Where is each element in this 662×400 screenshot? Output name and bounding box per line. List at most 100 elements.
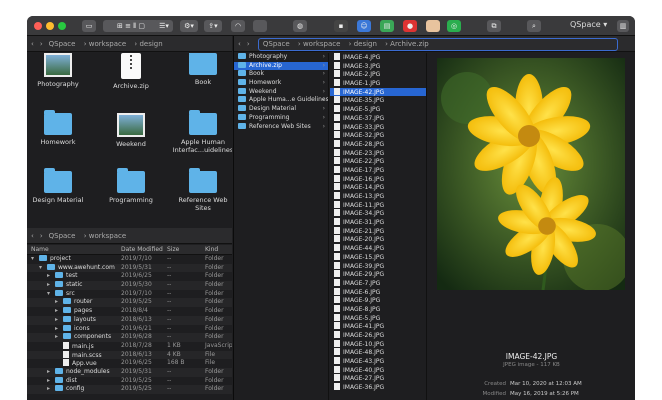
disclosure-triangle[interactable]: ▸ — [55, 298, 58, 307]
disclosure-triangle[interactable]: ▸ — [55, 333, 58, 342]
table-row[interactable]: ▾ project 2019/7/10 -- Folder — [27, 255, 232, 264]
table-row[interactable]: ▸ dist 2019/5/25 -- Folder — [27, 376, 232, 386]
column-2-item[interactable]: IMAGE-10.JPG — [330, 339, 426, 349]
tile-book[interactable]: Book — [172, 53, 232, 86]
breadcrumb[interactable]: QSpace › workspace › design › Archive.zi… — [257, 38, 618, 51]
breadcrumb-item[interactable]: QSpace — [49, 40, 76, 48]
table-row[interactable]: ▸ test 2019/6/25 -- Folder — [27, 272, 232, 281]
breadcrumb-item[interactable]: workspace — [89, 232, 126, 240]
column-2-item[interactable]: IMAGE-7.JPG — [330, 278, 426, 288]
column-2-item[interactable]: IMAGE-14.JPG — [330, 183, 426, 192]
column-2-item[interactable]: IMAGE-44.JPG — [330, 244, 426, 253]
column-1-item[interactable]: Apple Huma...e Guidelines › — [234, 96, 328, 105]
record-icon[interactable]: ● — [403, 20, 417, 32]
column-1-item[interactable]: Design Material › — [234, 105, 328, 114]
column-2-item[interactable]: IMAGE-9.JPG — [330, 296, 426, 305]
disclosure-triangle[interactable]: ▸ — [47, 385, 50, 394]
column-1-item[interactable]: Photography › — [234, 53, 328, 62]
table-row[interactable]: App.vue 2019/6/25 168 B File — [27, 359, 232, 368]
tile-design-material[interactable]: Design Material — [27, 168, 89, 204]
disclosure-triangle[interactable]: ▾ — [39, 264, 42, 273]
disclosure-triangle[interactable]: ▸ — [47, 281, 50, 290]
back-button[interactable]: ‹ — [238, 40, 241, 48]
minimize-button[interactable] — [46, 22, 54, 30]
column-2-item[interactable]: IMAGE-36.JPG — [330, 383, 426, 392]
column-2-item[interactable]: IMAGE-34.JPG — [330, 209, 426, 218]
column-2-item[interactable]: IMAGE-28.JPG — [330, 139, 426, 149]
tile-programming[interactable]: Programming — [100, 168, 162, 204]
column-2-item[interactable]: IMAGE-5.JPG — [330, 105, 426, 114]
search-icon[interactable]: ⌕ — [527, 20, 541, 32]
app-icon[interactable]: ▤ — [380, 20, 394, 32]
column-2-item[interactable]: IMAGE-13.JPG — [330, 192, 426, 201]
breadcrumb[interactable]: QSpace › workspace — [49, 232, 133, 240]
column-1-item[interactable]: Reference Web Sites › — [234, 122, 328, 132]
back-button[interactable]: ‹ — [31, 40, 34, 48]
close-button[interactable] — [34, 22, 42, 30]
forward-button[interactable]: › — [247, 40, 250, 48]
table-row[interactable]: ▸ layouts 2018/6/13 -- Folder — [27, 315, 232, 325]
breadcrumb-item[interactable]: design — [354, 40, 377, 48]
disclosure-triangle[interactable]: ▸ — [47, 368, 50, 377]
table-row[interactable]: ▸ pages 2018/8/4 -- Folder — [27, 307, 232, 316]
column-1-item[interactable]: Weekend › — [234, 87, 328, 97]
tag-icon[interactable]: ◠ — [231, 20, 245, 32]
column-2-item[interactable]: IMAGE-17.JPG — [330, 165, 426, 175]
column-2-item[interactable]: IMAGE-33.JPG — [330, 122, 426, 132]
header-kind[interactable]: Kind — [205, 245, 218, 255]
disclosure-triangle[interactable]: ▾ — [47, 290, 50, 299]
chat-icon[interactable]: ◎ — [447, 20, 461, 32]
table-row[interactable]: ▸ icons 2019/6/21 -- Folder — [27, 324, 232, 334]
layout-icon[interactable]: ▥ — [617, 20, 629, 32]
table-row[interactable]: ▾ www.awehunt.com 2019/5/31 -- Folder — [27, 263, 232, 273]
header-name[interactable]: Name — [31, 245, 49, 255]
disclosure-triangle[interactable]: ▸ — [55, 316, 58, 325]
window-icon[interactable]: ⧉ — [487, 20, 501, 32]
table-row[interactable]: ▸ node_modules 2019/5/31 -- Folder — [27, 367, 232, 377]
breadcrumb-item[interactable]: workspace — [303, 40, 340, 48]
sidebar-toggle-icon[interactable]: ▭ — [82, 20, 96, 32]
breadcrumb[interactable]: QSpace › workspace › design — [49, 40, 169, 48]
column-2-item[interactable]: IMAGE-37.JPG — [330, 113, 426, 123]
view-mode-segment[interactable]: ⊞ ≡ ⫴ ▢ — [103, 20, 159, 32]
column-2-item[interactable]: IMAGE-16.JPG — [330, 174, 426, 184]
column-2-item[interactable]: IMAGE-31.JPG — [330, 218, 426, 227]
column-2-item[interactable]: IMAGE-2.JPG — [330, 70, 426, 79]
column-1-item[interactable]: Homework › — [234, 79, 328, 88]
tile-reference-web-sites[interactable]: Reference Web Sites — [172, 168, 232, 212]
column-1-item[interactable]: Book › — [234, 70, 328, 79]
breadcrumb-item[interactable]: QSpace — [263, 40, 290, 48]
table-row[interactable]: ▸ router 2019/5/25 -- Folder — [27, 298, 232, 308]
column-2-item[interactable]: IMAGE-5.JPG — [330, 313, 426, 323]
column-2-item[interactable]: IMAGE-41.JPG — [330, 322, 426, 331]
share-icon[interactable]: ⇪▾ — [204, 20, 222, 32]
column-2-item[interactable]: IMAGE-40.JPG — [330, 365, 426, 375]
column-2-item[interactable]: IMAGE-15.JPG — [330, 252, 426, 262]
tile-homework[interactable]: Homework — [27, 110, 89, 146]
column-1-item[interactable]: Archive.zip › — [234, 61, 328, 71]
avatar[interactable] — [426, 20, 440, 32]
breadcrumb-item[interactable]: workspace — [89, 40, 126, 48]
finder-icon[interactable]: ☺ — [357, 20, 371, 32]
blank-button[interactable] — [253, 20, 267, 32]
table-row[interactable]: ▸ components 2019/6/28 -- Folder — [27, 333, 232, 342]
table-row[interactable]: main.scss 2018/6/13 4 KB File — [27, 350, 232, 360]
column-2-item[interactable]: IMAGE-8.JPG — [330, 304, 426, 314]
column-2-item[interactable]: IMAGE-22.JPG — [330, 157, 426, 166]
forward-button[interactable]: › — [40, 232, 43, 240]
back-button[interactable]: ‹ — [31, 232, 34, 240]
column-2-item[interactable]: IMAGE-4.JPG — [330, 53, 426, 62]
gear-icon[interactable]: ⚙▾ — [180, 20, 198, 32]
column-2-item[interactable]: IMAGE-6.JPG — [330, 287, 426, 297]
table-row[interactable]: ▸ config 2019/5/25 -- Folder — [27, 385, 232, 394]
disclosure-triangle[interactable]: ▸ — [55, 325, 58, 334]
column-1-item[interactable]: Programming › — [234, 113, 328, 123]
table-row[interactable]: ▾ src 2019/7/10 -- Folder — [27, 289, 232, 299]
breadcrumb-item[interactable]: QSpace — [49, 232, 76, 240]
column-2-item[interactable]: IMAGE-3.JPG — [330, 61, 426, 71]
terminal-icon[interactable]: ▪ — [334, 20, 348, 32]
table-row[interactable]: main.js 2018/7/28 1 KB JavaScript — [27, 341, 232, 351]
header-size[interactable]: Size — [167, 245, 179, 255]
tile-apple-human-interfac-uidelines[interactable]: Apple Human Interfac...uidelines — [172, 110, 232, 154]
tile-photography[interactable]: Photography — [27, 53, 89, 88]
